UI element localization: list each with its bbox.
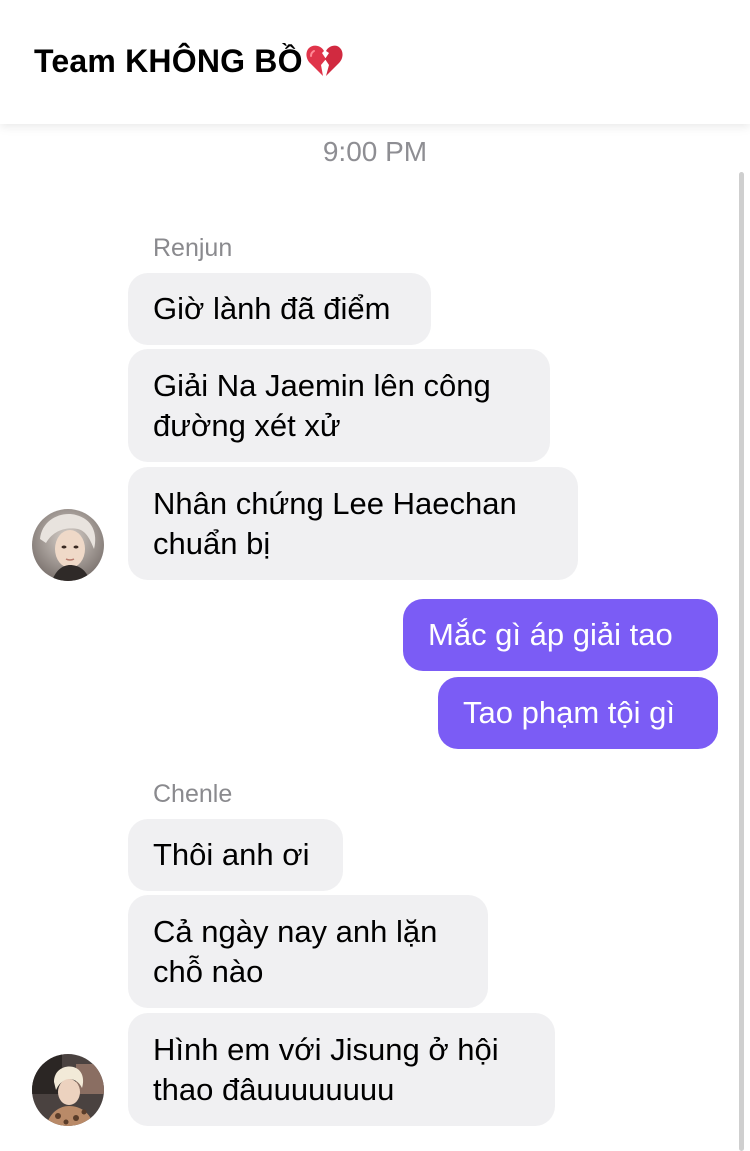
sender-name: Renjun — [153, 234, 233, 262]
message-bubble[interactable]: Nhân chứng Lee Haechan chuẩn bị — [128, 467, 578, 580]
message-bubble[interactable]: Giải Na Jaemin lên công đường xét xử — [128, 349, 550, 462]
message-text: Giải Na Jaemin lên công đường xét xử — [153, 367, 491, 443]
avatar-image — [32, 509, 104, 581]
chenle-avatar[interactable] — [32, 1054, 104, 1126]
chat-title[interactable]: Team KHÔNG BỒ — [34, 43, 343, 80]
message-text: Cả ngày nay anh lặn chỗ nào — [153, 913, 438, 989]
message-bubble[interactable]: Hình em với Jisung ở hội thao đâuuuuuuuu — [128, 1013, 555, 1126]
outgoing-message-bubble[interactable]: Tao phạm tội gì — [438, 677, 718, 749]
message-text: Giờ lành đã điểm — [153, 291, 391, 326]
message-bubble[interactable]: Thôi anh ơi — [128, 819, 343, 891]
chat-header: Team KHÔNG BỒ — [0, 0, 750, 124]
scrollbar[interactable] — [739, 172, 744, 1151]
message-text: Nhân chứng Lee Haechan chuẩn bị — [153, 485, 517, 561]
renjun-avatar[interactable] — [32, 509, 104, 581]
message-bubble[interactable]: Giờ lành đã điểm — [128, 273, 431, 345]
message-text: Mắc gì áp giải tao — [428, 617, 673, 652]
message-text: Tao phạm tội gì — [463, 695, 675, 730]
broken-heart-icon — [306, 45, 343, 76]
avatar-image — [32, 1054, 104, 1126]
outgoing-message-bubble[interactable]: Mắc gì áp giải tao — [403, 599, 718, 671]
message-timestamp: 9:00 PM — [322, 136, 428, 167]
message-text: Hình em với Jisung ở hội thao đâuuuuuuuu — [153, 1031, 499, 1107]
sender-name: Chenle — [153, 780, 233, 808]
chat-title-text: Team KHÔNG BỒ — [34, 43, 303, 79]
message-bubble[interactable]: Cả ngày nay anh lặn chỗ nào — [128, 895, 488, 1008]
message-text: Thôi anh ơi — [153, 837, 310, 872]
